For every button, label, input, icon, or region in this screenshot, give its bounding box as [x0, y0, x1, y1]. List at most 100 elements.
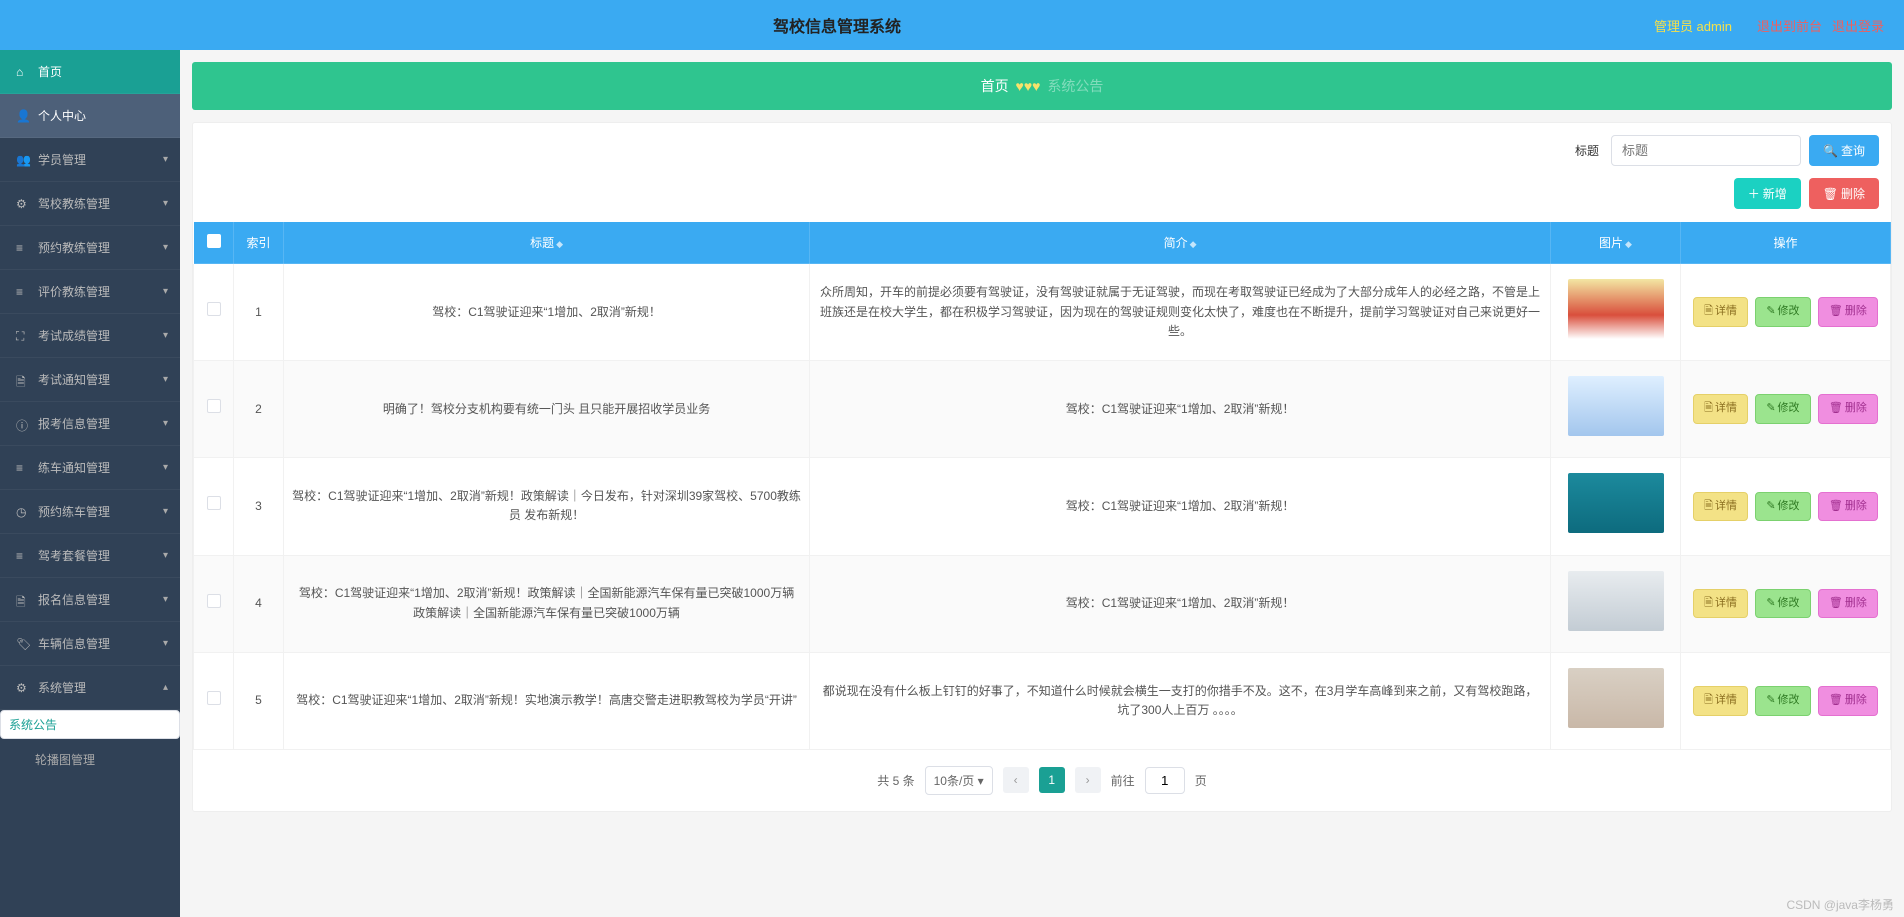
detail-button[interactable]: 🗎详情: [1693, 686, 1748, 716]
expand-icon: ⛶: [16, 329, 30, 343]
users-icon: 👥: [16, 153, 30, 167]
search-input[interactable]: [1611, 135, 1801, 166]
sidebar-sub-label: 轮播图管理: [35, 753, 95, 767]
row-checkbox[interactable]: [207, 496, 221, 510]
sidebar-item-label: 学员管理: [38, 151, 86, 168]
edit-icon: ✎: [1766, 400, 1775, 418]
user-icon: 👤: [16, 109, 30, 123]
breadcrumb: 首页 ♥♥♥ 系统公告: [192, 62, 1892, 110]
detail-button[interactable]: 🗎详情: [1693, 297, 1748, 327]
next-page-button[interactable]: ›: [1075, 767, 1101, 793]
chevron-down-icon: ▾: [163, 638, 168, 649]
sidebar-item-label: 预约练车管理: [38, 503, 110, 520]
thumbnail: [1568, 473, 1664, 533]
chevron-down-icon: ▾: [163, 594, 168, 605]
detail-button[interactable]: 🗎详情: [1693, 589, 1748, 619]
sidebar-item-student[interactable]: 👥 学员管理 ▾: [0, 138, 180, 182]
sidebar-item-score[interactable]: ⛶考试成绩管理▾: [0, 314, 180, 358]
cell-index: 5: [234, 652, 284, 749]
table-row: 3 驾校：C1驾驶证迎来“1增加、2取消”新规！政策解读｜今日发布，针对深圳39…: [194, 458, 1891, 555]
goto-input[interactable]: [1145, 767, 1185, 794]
page-size-select[interactable]: 10条/页 ▾: [925, 766, 993, 795]
sidebar-item-signup[interactable]: 🗎报名信息管理▾: [0, 578, 180, 622]
list-icon: ≡: [16, 241, 30, 255]
sidebar-sub-announce[interactable]: 系统公告: [0, 710, 180, 739]
sidebar-item-label: 车辆信息管理: [38, 635, 110, 652]
sidebar-item-exam-notice[interactable]: 🗎考试通知管理▾: [0, 358, 180, 402]
cell-title: 明确了！驾校分支机构要有统一门头 且只能开展招收学员业务: [284, 361, 810, 458]
query-button[interactable]: 🔍查询: [1809, 135, 1879, 166]
sidebar-item-home[interactable]: ⌂首页: [0, 50, 180, 94]
row-checkbox[interactable]: [207, 691, 221, 705]
delete-button[interactable]: 🗑删除: [1809, 178, 1879, 209]
chevron-down-icon: ▾: [163, 154, 168, 165]
sidebar-item-rating[interactable]: ≡评价教练管理▾: [0, 270, 180, 314]
sidebar-item-label: 考试成绩管理: [38, 327, 110, 344]
col-image[interactable]: 图片◆: [1551, 222, 1681, 264]
cell-intro: 驾校：C1驾驶证迎来“1增加、2取消”新规！: [810, 555, 1551, 652]
row-checkbox[interactable]: [207, 594, 221, 608]
sidebar-item-coach[interactable]: ⚙驾校教练管理▾: [0, 182, 180, 226]
exit-front-link[interactable]: 退出到前台: [1757, 16, 1822, 35]
sidebar-item-practice-notice[interactable]: ≡练车通知管理▾: [0, 446, 180, 490]
sidebar-sub-carousel[interactable]: 轮播图管理: [0, 739, 180, 780]
sidebar-item-appoint-coach[interactable]: ≡预约教练管理▾: [0, 226, 180, 270]
col-intro[interactable]: 简介◆: [810, 222, 1551, 264]
sort-icon: ◆: [1190, 239, 1197, 249]
gear-icon: ⚙: [16, 681, 30, 695]
chevron-down-icon: ▾: [163, 506, 168, 517]
doc-icon: 🗎: [1704, 498, 1713, 516]
row-delete-button[interactable]: 🗑删除: [1818, 297, 1878, 327]
exit-login-link[interactable]: 退出登录: [1832, 16, 1884, 35]
search-icon: 🔍: [1823, 144, 1838, 158]
cell-ops: 🗎详情 ✎修改 🗑删除: [1681, 361, 1891, 458]
prev-page-button[interactable]: ‹: [1003, 767, 1029, 793]
cell-title: 驾校：C1驾驶证迎来“1增加、2取消”新规！政策解读｜全国新能源汽车保有量已突破…: [284, 555, 810, 652]
cell-image: [1551, 458, 1681, 555]
edit-button[interactable]: ✎修改: [1755, 589, 1810, 619]
chevron-down-icon: ▾: [163, 242, 168, 253]
sort-icon: ◆: [556, 239, 563, 249]
page-number[interactable]: 1: [1039, 767, 1065, 793]
sidebar-item-profile[interactable]: 👤个人中心: [0, 94, 180, 138]
thumbnail: [1568, 668, 1664, 728]
clock-icon: ◷: [16, 505, 30, 519]
sidebar-item-system[interactable]: ⚙系统管理▴: [0, 666, 180, 710]
edit-button[interactable]: ✎修改: [1755, 686, 1810, 716]
edit-button[interactable]: ✎修改: [1755, 394, 1810, 424]
sidebar-item-apply[interactable]: ⓘ报考信息管理▾: [0, 402, 180, 446]
col-title[interactable]: 标题◆: [284, 222, 810, 264]
row-delete-button[interactable]: 🗑删除: [1818, 492, 1878, 522]
user-label[interactable]: 管理员 admin: [1654, 16, 1732, 35]
cell-intro: 都说现在没有什么板上钉钉的好事了，不知道什么时候就会横生一支打的你措手不及。这不…: [810, 652, 1551, 749]
sidebar-item-appoint-practice[interactable]: ◷ 预约练车管理 ▾: [0, 490, 180, 534]
thumbnail: [1568, 279, 1664, 339]
doc-icon: 🗎: [1704, 595, 1713, 613]
breadcrumb-home[interactable]: 首页: [981, 78, 1009, 94]
add-button[interactable]: ＋新增: [1734, 178, 1801, 209]
plus-icon: ＋: [1748, 185, 1760, 202]
sidebar-item-vehicle[interactable]: 🏷车辆信息管理▾: [0, 622, 180, 666]
row-checkbox[interactable]: [207, 302, 221, 316]
row-checkbox[interactable]: [207, 399, 221, 413]
row-delete-button[interactable]: 🗑删除: [1818, 589, 1878, 619]
header: 驾校信息管理系统 管理员 admin 退出到前台 退出登录: [0, 0, 1904, 50]
edit-button[interactable]: ✎修改: [1755, 492, 1810, 522]
trash-icon: 🗑: [1829, 303, 1843, 321]
cell-index: 3: [234, 458, 284, 555]
cell-image: [1551, 652, 1681, 749]
sidebar-item-label: 报考信息管理: [38, 415, 110, 432]
detail-button[interactable]: 🗎详情: [1693, 394, 1748, 424]
row-delete-button[interactable]: 🗑删除: [1818, 686, 1878, 716]
sidebar-item-package[interactable]: ≡驾考套餐管理▾: [0, 534, 180, 578]
chevron-down-icon: ▾: [163, 418, 168, 429]
edit-button[interactable]: ✎修改: [1755, 297, 1810, 327]
chevron-down-icon: ▾: [163, 462, 168, 473]
cell-image: [1551, 361, 1681, 458]
edit-icon: ✎: [1766, 303, 1775, 321]
row-delete-button[interactable]: 🗑删除: [1818, 394, 1878, 424]
col-index[interactable]: 索引: [234, 222, 284, 264]
edit-icon: ✎: [1766, 692, 1775, 710]
detail-button[interactable]: 🗎详情: [1693, 492, 1748, 522]
select-all-checkbox[interactable]: [207, 234, 221, 248]
